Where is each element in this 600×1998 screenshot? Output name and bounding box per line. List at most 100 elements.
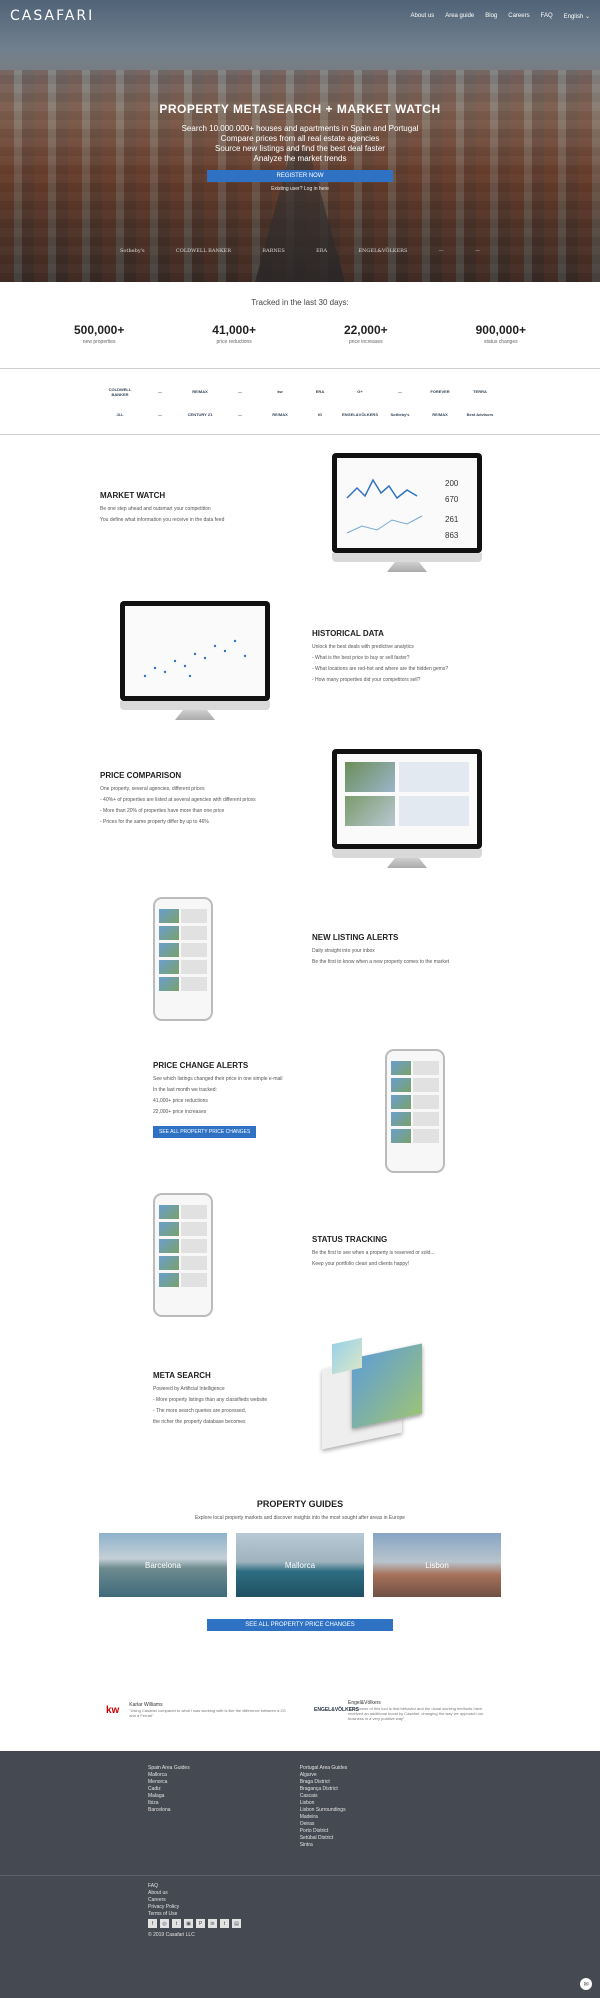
guides-title: PROPERTY GUIDES xyxy=(256,1499,344,1509)
guide-card-barcelona[interactable]: Barcelona xyxy=(99,1533,227,1597)
linkedin-icon[interactable]: in xyxy=(208,1919,217,1928)
testimonial: ENGEL&VÖLKERS Engel&Völkers "The power o… xyxy=(314,1700,494,1721)
footer-link[interactable]: Algarve xyxy=(300,1772,348,1779)
footer-link[interactable]: Lisbon xyxy=(300,1800,348,1807)
footer-link[interactable]: Braga District xyxy=(300,1779,348,1786)
partner-logo: CENTURY 21 xyxy=(187,411,213,417)
footer-link-careers[interactable]: Careers xyxy=(148,1897,179,1904)
nav-item-faq[interactable]: FAQ xyxy=(541,13,553,20)
feature-status-tracking: STATUS TRACKING Be the first to see when… xyxy=(0,1193,600,1341)
footer-link[interactable]: Portugal Area Guides xyxy=(300,1765,348,1772)
footer-link[interactable]: Oeiras xyxy=(300,1821,348,1828)
footer-link[interactable]: Malaga xyxy=(148,1793,190,1800)
nav-item-careers[interactable]: Careers xyxy=(508,13,529,20)
footer-link[interactable]: Menorca xyxy=(148,1779,190,1786)
stat-new-properties: 500,000+ new properties xyxy=(73,323,125,345)
feature-title: PRICE CHANGE ALERTS xyxy=(153,1061,249,1070)
feature-price-comparison: PRICE COMPARISON One property, several a… xyxy=(0,749,600,897)
partner-logo: kw xyxy=(277,389,283,394)
footer-link[interactable]: Madeira xyxy=(300,1814,348,1821)
see-price-changes-button[interactable]: SEE ALL PROPERTY PRICE CHANGES xyxy=(153,1126,257,1138)
footer-link-about[interactable]: About us xyxy=(148,1890,179,1897)
footer-link[interactable]: Bragança District xyxy=(300,1786,348,1793)
feature-historical-data: HISTORICAL DATA Unlock the best deals wi… xyxy=(0,601,600,749)
footer-link-privacy[interactable]: Privacy Policy xyxy=(148,1904,179,1911)
nav-item-blog[interactable]: Blog xyxy=(485,13,497,20)
feature-title: STATUS TRACKING xyxy=(312,1235,388,1244)
guide-card-lisbon[interactable]: Lisbon xyxy=(373,1533,501,1597)
engel-volkers-logo: ENGEL&VÖLKERS xyxy=(314,1707,360,1713)
pinterest-icon[interactable]: P xyxy=(196,1919,205,1928)
language-select[interactable]: English ⌄ xyxy=(564,13,590,20)
footer-link[interactable]: Barcelona xyxy=(148,1807,190,1814)
listings-collage-image xyxy=(312,1337,422,1459)
kw-logo: kw xyxy=(106,1704,120,1716)
nav-menu: About us Area guide Blog Careers FAQ Eng… xyxy=(411,13,590,20)
tracked-stats: Tracked in the last 30 days: 500,000+ ne… xyxy=(0,282,600,368)
testimonial-quote: "The power of this tool is that behavior… xyxy=(348,1705,484,1721)
partner-logo: FOREVER xyxy=(430,389,450,394)
partner-logo: Best Advisors xyxy=(466,411,494,417)
footer-links: FAQ About us Careers Privacy Policy Term… xyxy=(148,1883,179,1918)
partner-logo: Sotheby's xyxy=(390,411,410,417)
logo[interactable]: CASAFARI xyxy=(10,8,94,24)
footer-divider xyxy=(0,1875,600,1876)
footer-link[interactable]: Spain Area Guides xyxy=(148,1765,190,1772)
scatter-chart xyxy=(143,639,247,678)
chat-icon[interactable]: ✉ xyxy=(580,1978,592,1990)
stat-price-increases: 22,000+ price increases xyxy=(343,323,388,345)
monitor-image: 200 670 261 863 xyxy=(332,453,482,573)
phone-image xyxy=(153,1193,213,1317)
register-button[interactable]: REGISTER NOW xyxy=(207,170,393,182)
hero: CASAFARI About us Area guide Blog Career… xyxy=(0,0,600,282)
agency-logo: — xyxy=(474,248,480,254)
testimonials: kw Karlar Williams "Using Casafari compa… xyxy=(0,1669,600,1751)
login-link[interactable]: Existing user? Log in here xyxy=(0,186,600,192)
footer-link[interactable]: Porto District xyxy=(300,1828,348,1835)
partner-logo: TERRA xyxy=(473,389,487,394)
monitor-image xyxy=(120,601,270,721)
partner-logo: — xyxy=(398,389,402,394)
partner-logo: G+ xyxy=(357,389,363,394)
footer-link[interactable]: Sintra xyxy=(300,1842,348,1849)
property-guides: PROPERTY GUIDES Explore local property m… xyxy=(0,1489,600,1631)
hero-line: Search 10.000.000+ houses and apartments… xyxy=(181,124,419,133)
guide-card-mallorca[interactable]: Mallorca xyxy=(236,1533,364,1597)
footer-link-faq[interactable]: FAQ xyxy=(148,1883,179,1890)
top-nav: CASAFARI About us Area guide Blog Career… xyxy=(10,8,590,24)
blog-icon[interactable]: ▤ xyxy=(232,1919,241,1928)
nav-item-area-guide[interactable]: Area guide xyxy=(445,13,474,20)
footer-link[interactable]: Ibiza xyxy=(148,1800,190,1807)
agency-logo: COLDWELL BANKER xyxy=(175,248,231,254)
twitter-icon[interactable]: t xyxy=(172,1919,181,1928)
tumblr-icon[interactable]: t xyxy=(220,1919,229,1928)
partner-logo: — xyxy=(158,389,162,394)
phone-image xyxy=(385,1049,445,1173)
footer-link[interactable]: Cascais xyxy=(300,1793,348,1800)
camera-icon[interactable]: ▣ xyxy=(184,1919,193,1928)
footer-link[interactable]: Lisbon Surroundings xyxy=(300,1807,348,1814)
feature-title: PRICE COMPARISON xyxy=(100,771,182,780)
footer-link[interactable]: Mallorca xyxy=(148,1772,190,1779)
footer: Spain Area Guides Mallorca Menorca Cadiz… xyxy=(0,1751,600,1998)
testimonial: kw Karlar Williams "Using Casafari compa… xyxy=(106,1702,286,1718)
feature-meta-search: META SEARCH Powered by Artificial Intell… xyxy=(0,1337,600,1489)
partner-logo: COLDWELL BANKER xyxy=(108,386,132,397)
partner-logo: JLL xyxy=(116,411,124,417)
feature-market-watch: MARKET WATCH Be one step ahead and outsm… xyxy=(0,453,600,601)
facebook-icon[interactable]: f xyxy=(148,1919,157,1928)
feature-title: MARKET WATCH xyxy=(100,491,166,500)
nav-item-about[interactable]: About us xyxy=(411,13,435,20)
instagram-icon[interactable]: ◎ xyxy=(160,1919,169,1928)
see-all-button[interactable]: SEE ALL PROPERTY PRICE CHANGES xyxy=(207,1619,393,1631)
partner-logos: COLDWELL BANKER — RE/MAX — kw ERA G+ — F… xyxy=(0,369,600,434)
footer-link-terms[interactable]: Terms of Use xyxy=(148,1911,179,1918)
hero-line: Analyze the market trends xyxy=(253,154,347,163)
footer-link[interactable]: Cadiz xyxy=(148,1786,190,1793)
partner-logo: RE/MAX xyxy=(192,389,208,394)
copyright: © 2019 Casafari LLC xyxy=(148,1932,195,1938)
footer-link[interactable]: Setúbal District xyxy=(300,1835,348,1842)
screen-stat: 863 xyxy=(445,531,459,540)
partner-logo: ERA xyxy=(315,389,325,394)
partner-logo: IG xyxy=(317,411,323,417)
